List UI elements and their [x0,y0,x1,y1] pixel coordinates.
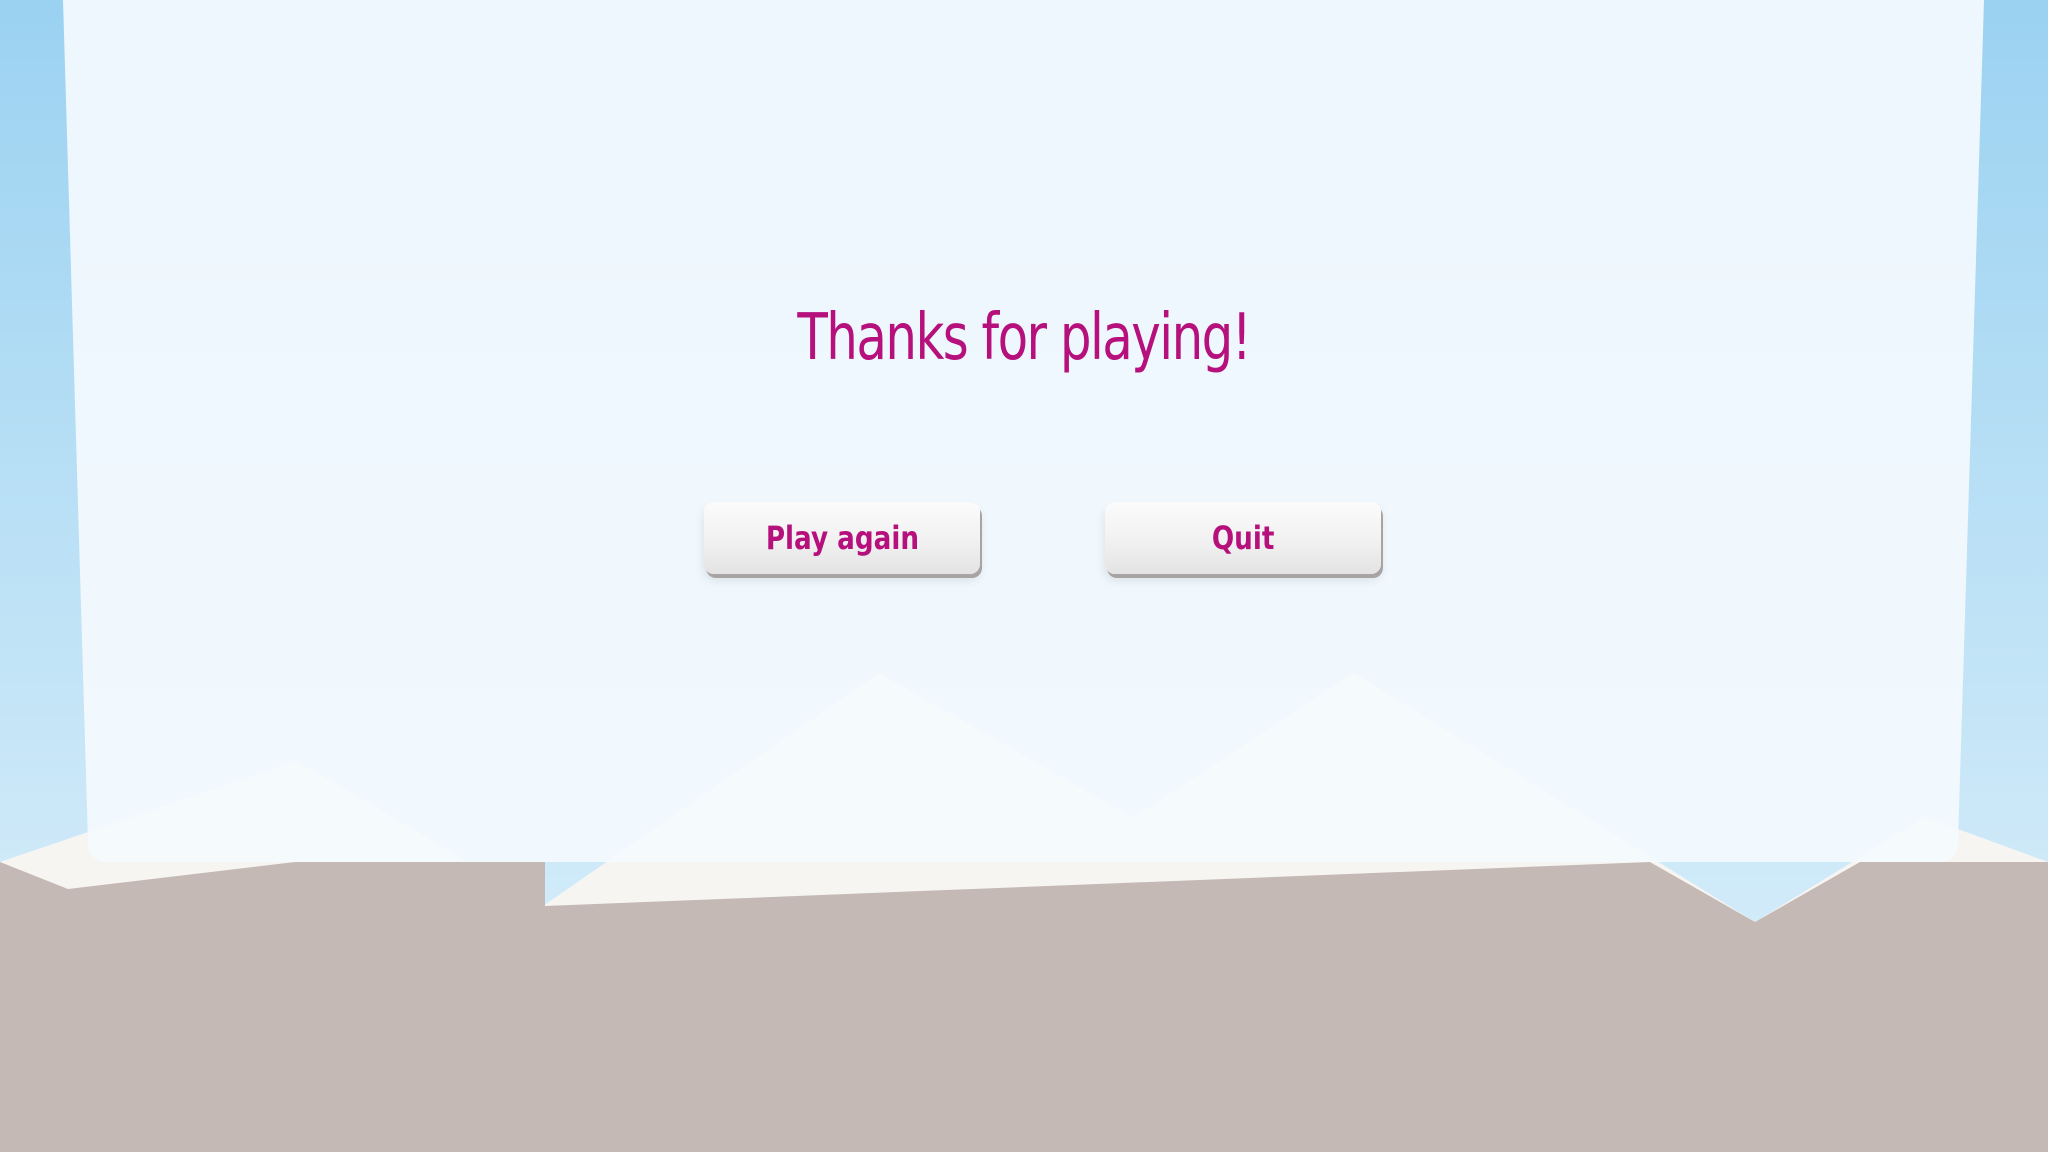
landscape-background [0,0,2048,1152]
quit-button[interactable]: Quit [1105,502,1381,574]
quit-label: Quit [1211,519,1275,557]
play-again-button[interactable]: Play again [704,502,980,574]
game-end-screen: Thanks for playing! Play again Quit [0,0,2048,1152]
play-again-label: Play again [765,519,919,557]
